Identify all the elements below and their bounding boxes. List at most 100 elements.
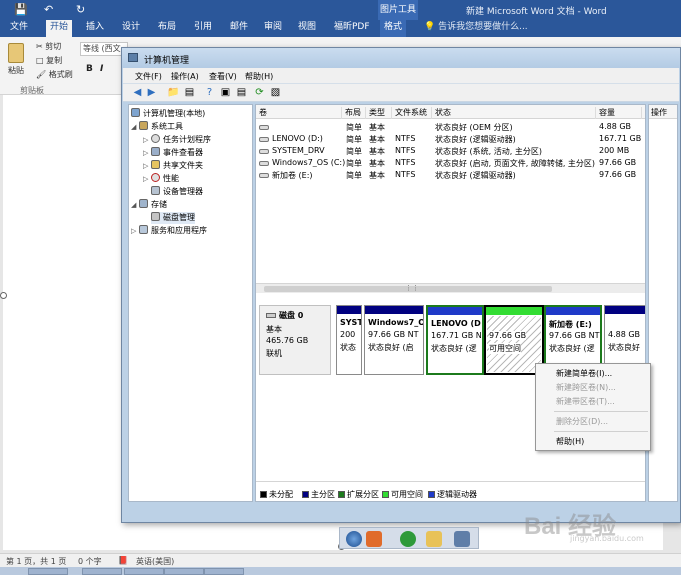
menu-help[interactable]: 帮助(H) <box>245 71 273 82</box>
column-header-filesystem[interactable]: 文件系统 <box>392 107 432 119</box>
partition-name: SYST <box>340 318 362 327</box>
tab-view[interactable]: 视图 <box>294 20 320 37</box>
language[interactable]: 英语(美国) <box>136 556 174 567</box>
browser-icon[interactable] <box>400 531 416 547</box>
collapse-arrow-icon[interactable]: ◢ <box>131 199 139 211</box>
format-painter-button[interactable]: 🖌 格式刷 <box>36 69 73 80</box>
tree-item-computer-management[interactable]: 计算机管理(本地) <box>131 108 205 120</box>
actions-header: 操作 <box>649 105 677 119</box>
tab-review[interactable]: 审阅 <box>260 20 286 37</box>
partition-size: 97.66 GB NT <box>549 331 600 340</box>
volume-row[interactable]: 简单 基本 状态良好 (OEM 分区) 4.88 GB 4 <box>256 121 645 133</box>
volume-row[interactable]: SYSTEM_DRV 简单 基本 NTFS 状态良好 (系统, 活动, 主分区)… <box>256 145 645 157</box>
proofing-icon[interactable]: 📕 <box>118 556 128 565</box>
column-header-status[interactable]: 状态 <box>432 107 596 119</box>
taskbar-item[interactable] <box>204 568 244 575</box>
paste-icon[interactable] <box>8 43 24 63</box>
app-icon[interactable] <box>366 531 382 547</box>
volume-row[interactable]: Windows7_OS (C:) 简单 基本 NTFS 状态良好 (启动, 页面… <box>256 157 645 169</box>
actions-pane: 操作 <box>648 104 678 502</box>
column-header-capacity[interactable]: 容量 <box>596 107 642 119</box>
expand-arrow-icon[interactable]: ▷ <box>143 134 151 146</box>
menu-file[interactable]: 文件(F) <box>135 71 162 82</box>
copy-button[interactable]: □ 复制 <box>36 55 62 66</box>
volume-row[interactable]: LENOVO (D:) 简单 基本 NTFS 状态良好 (逻辑驱动器) 167.… <box>256 133 646 145</box>
tell-me-search[interactable]: 💡 告诉我您想要做什么... <box>424 20 528 37</box>
column-header-type[interactable]: 类型 <box>366 107 392 119</box>
legend-unallocated: 未分配 <box>260 489 293 500</box>
tab-layout[interactable]: 布局 <box>154 20 180 37</box>
menu-action[interactable]: 操作(A) <box>171 71 199 82</box>
scrollbar-grip-icon: ⋮⋮ <box>405 284 419 292</box>
help-icon[interactable]: ? <box>203 86 216 99</box>
volume-free: 1 <box>645 134 646 143</box>
folder-icon[interactable] <box>426 531 442 547</box>
tab-format[interactable]: 格式 <box>380 20 407 37</box>
forward-icon[interactable]: ▶ <box>145 86 158 99</box>
tab-file[interactable]: 文件 <box>6 20 32 37</box>
cut-button[interactable]: ✂ 剪切 <box>36 41 61 52</box>
tab-references[interactable]: 引用 <box>190 20 216 37</box>
tree-item-shared-folders[interactable]: ▷ 共享文件夹 <box>143 160 203 172</box>
up-folder-icon[interactable]: 📁 <box>167 86 180 99</box>
taskbar-item[interactable] <box>164 568 204 575</box>
expand-arrow-icon[interactable]: ▷ <box>143 147 151 159</box>
undo-icon[interactable]: ↶ <box>44 3 53 16</box>
tree-item-event-viewer[interactable]: ▷ 事件查看器 <box>143 147 203 159</box>
taskbar-item[interactable] <box>28 568 68 575</box>
expand-arrow-icon[interactable]: ▷ <box>131 225 139 237</box>
menu-help-item[interactable]: 帮助(H) <box>556 436 584 447</box>
menu-new-simple-volume[interactable]: 新建简单卷(I)... <box>556 368 612 379</box>
collapse-arrow-icon[interactable]: ◢ <box>131 121 139 133</box>
back-icon[interactable]: ◀ <box>131 86 144 99</box>
volume-row[interactable]: 新加卷 (E:) 简单 基本 NTFS 状态良好 (逻辑驱动器) 97.66 G… <box>256 169 645 181</box>
cm-title-bar[interactable]: 计算机管理 <box>122 48 680 68</box>
tab-insert[interactable]: 插入 <box>82 20 108 37</box>
tree-item-device-manager[interactable]: 设备管理器 <box>151 186 203 198</box>
bold-button[interactable]: B <box>86 64 93 74</box>
column-header-free[interactable]: 可 <box>642 107 645 119</box>
list-view-icon[interactable]: ▤ <box>235 86 248 99</box>
tree-item-storage[interactable]: ◢ 存储 <box>131 199 167 211</box>
properties-icon[interactable]: ▣ <box>219 86 232 99</box>
computer-management-taskbar-icon[interactable] <box>454 531 470 547</box>
volume-layout: 简单 <box>346 147 362 156</box>
tree-item-system-tools[interactable]: ◢ 系统工具 <box>131 121 183 133</box>
menu-view[interactable]: 查看(V) <box>209 71 237 82</box>
expand-arrow-icon[interactable]: ▷ <box>143 160 151 172</box>
tab-mailings[interactable]: 邮件 <box>226 20 252 37</box>
taskbar-item[interactable] <box>82 568 122 575</box>
tree-item-disk-management[interactable]: 磁盘管理 <box>151 212 195 224</box>
resize-handle-left[interactable] <box>0 292 7 299</box>
page-count[interactable]: 第 1 页，共 1 页 <box>6 556 66 567</box>
partition-lenovo-d[interactable]: LENOVO (D 167.71 GB N 状态良好 (逻 <box>426 305 484 375</box>
italic-button[interactable]: I <box>100 64 103 74</box>
menu-delete-partition: 删除分区(D)... <box>556 417 609 426</box>
tree-item-services-applications[interactable]: ▷ 服务和应用程序 <box>131 225 207 237</box>
disk-0-label[interactable]: 磁盘 0 基本 465.76 GB 联机 <box>259 305 331 375</box>
paste-button[interactable]: 粘贴 <box>8 65 24 76</box>
taskbar-item[interactable] <box>124 568 164 575</box>
tree-item-performance[interactable]: ▷ 性能 <box>143 173 179 185</box>
redo-icon[interactable]: ↻ <box>76 3 85 16</box>
show-hide-tree-icon[interactable]: ▤ <box>183 86 196 99</box>
word-count[interactable]: 0 个字 <box>78 556 102 567</box>
partition-legend: 未分配 主分区 扩展分区 可用空间 逻辑驱动器 <box>256 481 645 501</box>
refresh-icon[interactable]: ⟳ <box>253 86 266 99</box>
volume-capacity: 97.66 GB <box>599 158 637 167</box>
export-list-icon[interactable]: ▧ <box>269 86 282 99</box>
column-header-layout[interactable]: 布局 <box>342 107 366 119</box>
legend-free-space: 可用空间 <box>382 489 423 500</box>
horizontal-scrollbar[interactable]: ⋮⋮ <box>256 283 645 293</box>
partition-windows7-os[interactable]: Windows7_O 97.66 GB NT 状态良好 (启 <box>364 305 424 375</box>
tab-home[interactable]: 开始 <box>46 20 73 38</box>
column-header-volume[interactable]: 卷 <box>256 107 342 119</box>
expand-arrow-icon[interactable]: ▷ <box>143 173 151 185</box>
primary-partition-bar <box>605 306 645 314</box>
start-orb-icon[interactable] <box>346 531 362 547</box>
partition-system-drv[interactable]: SYST 200 状态 <box>336 305 362 375</box>
save-icon[interactable]: 💾 <box>14 3 28 16</box>
tab-design[interactable]: 设计 <box>118 20 144 37</box>
tree-item-task-scheduler[interactable]: ▷ 任务计划程序 <box>143 134 211 146</box>
tab-foxit-pdf[interactable]: 福昕PDF <box>330 20 374 37</box>
